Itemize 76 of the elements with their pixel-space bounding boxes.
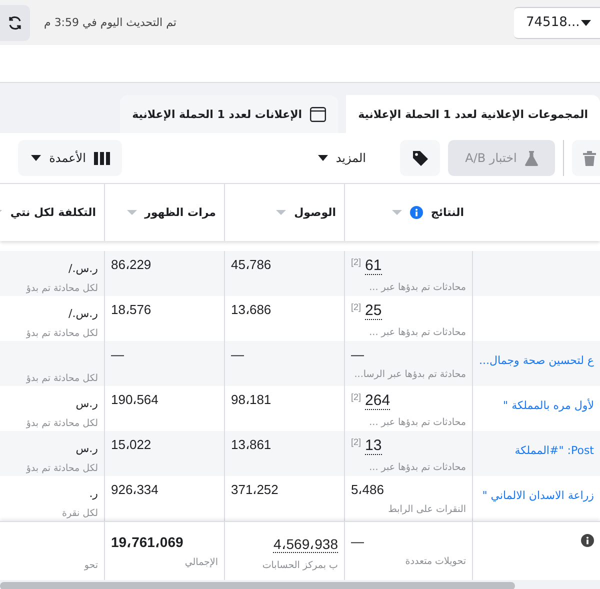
table-cell-text: —: [111, 347, 125, 362]
ad-set-name-link[interactable]: لأول مره بالمملكة ": [503, 399, 594, 412]
caret-icon: [581, 20, 591, 26]
footnote-mark: [2]: [351, 392, 362, 402]
result-type: محادثات تم بدؤها عبر ...: [369, 282, 466, 294]
result-type: النقرات على الرابط: [388, 504, 466, 515]
total-label: تحويلات متعددة: [405, 556, 466, 567]
info-icon: [581, 534, 594, 547]
caret-icon: [318, 155, 328, 161]
total-label: ب بمركز الحسابات: [262, 560, 338, 572]
column-header[interactable]: التكلفة لكل نتي: [10, 206, 96, 219]
footnote-mark: [2]: [351, 257, 362, 267]
total-value: 19،761،069: [111, 534, 184, 550]
tag-button[interactable]: [400, 140, 440, 176]
sort-icon[interactable]: [126, 210, 137, 215]
ad-set-name-link[interactable]: زراعة الاسدان الالماني ": [482, 489, 594, 502]
total-label: تحو: [84, 560, 98, 571]
table-cell-text: 13،861: [231, 437, 272, 452]
info-icon: [410, 206, 423, 219]
cost-type: لكل نقرة: [62, 508, 98, 519]
column-header[interactable]: النتائج: [430, 206, 464, 219]
total-label: الإجمالي: [184, 557, 218, 568]
window-icon: [310, 106, 326, 122]
table-cell-text: 98،181: [231, 392, 272, 407]
refresh-icon: [7, 14, 23, 30]
table-cell-text: —: [351, 534, 365, 549]
table-cell-text: 190،564: [111, 392, 160, 407]
horizontal-scrollbar[interactable]: [0, 580, 600, 589]
ad-set-name-link[interactable]: ع لتحسين صحة وجمال...: [479, 354, 594, 367]
total-value[interactable]: 4،569،938: [273, 536, 338, 554]
ad-set-name-link[interactable]: Post: "#المملكة: [514, 444, 594, 457]
cost-type: لكل محادثة تم بدؤ: [26, 283, 98, 294]
sort-icon[interactable]: [276, 210, 286, 215]
column-header[interactable]: مرات الظهور: [144, 206, 216, 219]
results-value[interactable]: 13: [365, 437, 382, 456]
table-cell: ر.س./: [68, 307, 98, 320]
cost-type: لكل محادثة تم بدؤ: [26, 328, 98, 339]
trash-icon: [582, 150, 596, 166]
table-cell-text: —: [231, 347, 245, 362]
sort-icon[interactable]: [392, 210, 402, 215]
table-cell-text: 18،576: [111, 302, 152, 317]
table-cell-text: 926،334: [111, 482, 160, 497]
table-cell: ر.س: [76, 397, 98, 410]
table-cell: ر.: [89, 487, 98, 500]
more-dropdown[interactable]: المزيد: [306, 140, 378, 176]
cost-type: لكل محادثة تم بدؤ: [26, 373, 98, 384]
results-value: 5،486: [351, 482, 384, 497]
refresh-button[interactable]: [0, 4, 30, 40]
results-value[interactable]: 25: [365, 302, 382, 320]
account-dropdown[interactable]: 74518...: [514, 6, 600, 38]
results-value[interactable]: 61: [365, 257, 382, 276]
delete-button[interactable]: [572, 140, 600, 176]
result-type: محادثات تم بدؤها عبر ...: [369, 417, 466, 428]
results-value: —: [351, 347, 364, 362]
table-cell-text: 86،229: [111, 257, 152, 272]
columns-icon: [94, 152, 110, 164]
result-type: محادثات تم بدؤها عبر ...: [369, 327, 466, 338]
results-value[interactable]: 264: [365, 392, 390, 410]
table-cell-text: 371،252: [231, 482, 280, 497]
table-cell: ر.س./: [68, 262, 98, 275]
cost-type: لكل محادثة تم بدؤ: [26, 463, 98, 474]
table-cell-text: 15،022: [111, 437, 152, 452]
update-status: تم التحديث اليوم في 3:59 م: [44, 16, 176, 29]
footnote-mark: [2]: [351, 437, 362, 447]
footnote-mark: [2]: [351, 302, 362, 312]
result-type: محادثة تم بدؤها عبر الرسا...: [354, 369, 466, 380]
table-cell-text: 45،786: [231, 257, 272, 272]
flask-icon: [524, 150, 538, 166]
cost-type: لكل محادثة تم بدؤ: [26, 418, 98, 429]
caret-icon: [31, 155, 42, 161]
columns-dropdown[interactable]: الأعمدة: [18, 140, 122, 176]
column-header[interactable]: الوصول: [294, 206, 336, 219]
result-type: محادثات تم بدؤها عبر ...: [369, 462, 466, 474]
table-cell: ر.س: [76, 442, 98, 455]
tag-icon: [412, 150, 428, 166]
table-cell-text: 13،686: [231, 302, 272, 317]
